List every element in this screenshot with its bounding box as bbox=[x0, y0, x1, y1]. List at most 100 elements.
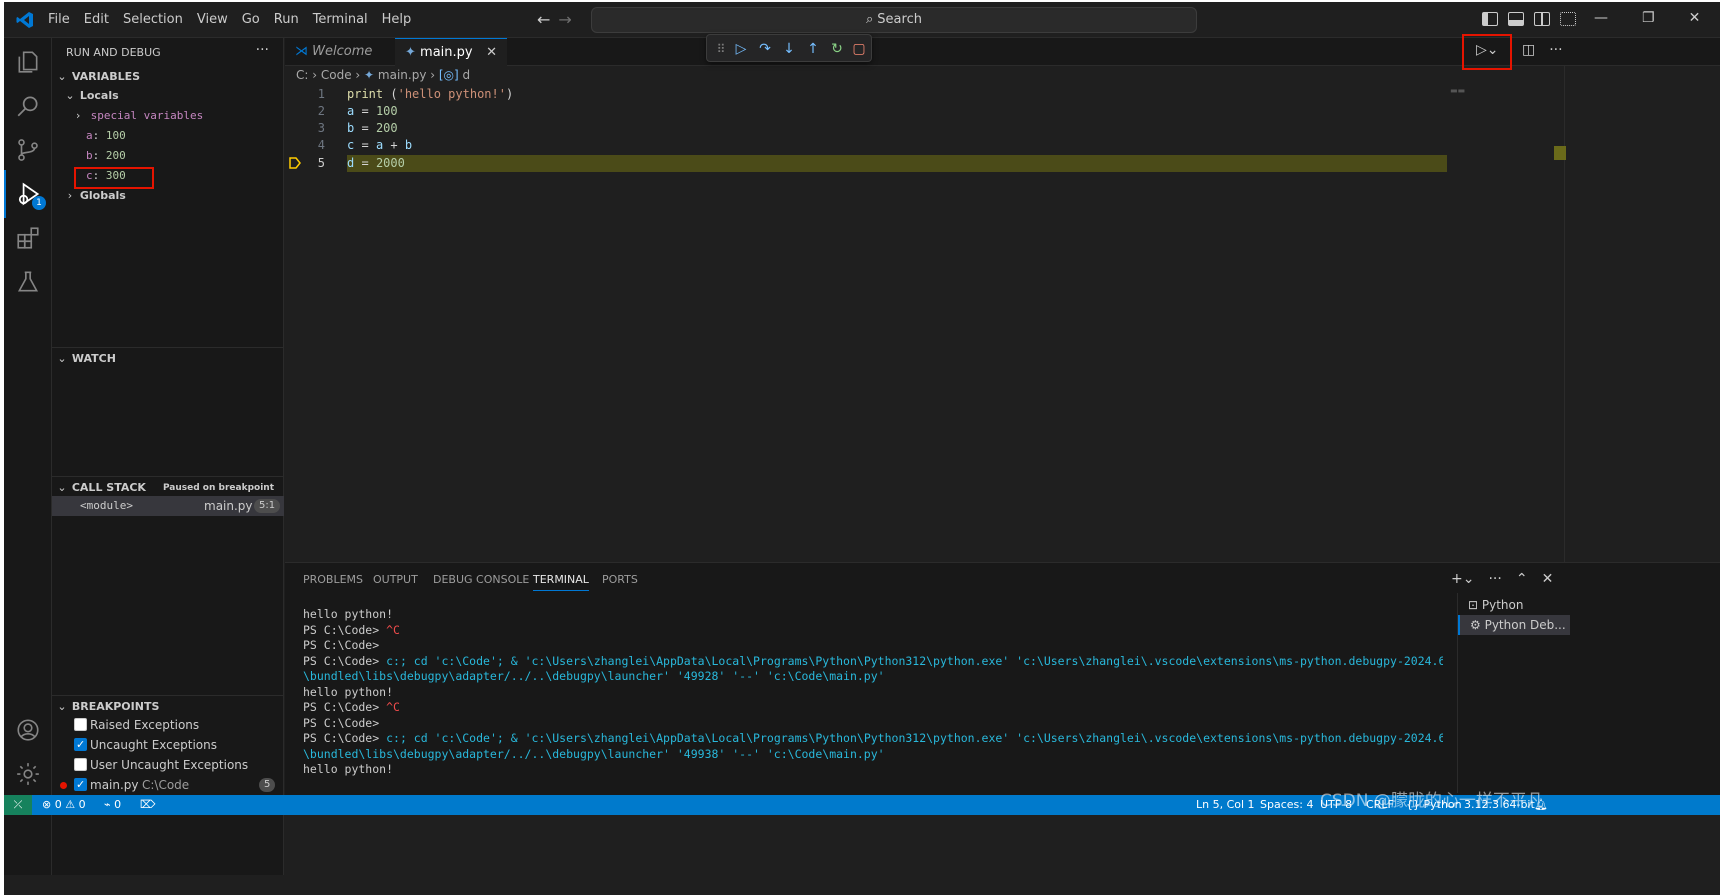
breadcrumb-file[interactable]: main.py bbox=[378, 68, 427, 82]
settings-gear-icon[interactable] bbox=[4, 750, 52, 798]
globals-scope[interactable]: › Globals bbox=[52, 186, 284, 206]
breadcrumb-symbol[interactable]: d bbox=[463, 68, 471, 82]
menu-selection[interactable]: Selection bbox=[123, 12, 183, 27]
close-tab-icon[interactable]: ✕ bbox=[486, 39, 497, 67]
restart-icon[interactable]: ↻ bbox=[827, 39, 847, 59]
command-center-search[interactable]: ⌕ Search bbox=[591, 7, 1197, 33]
breakpoint-file[interactable]: main.py C:\Code 5 bbox=[52, 775, 284, 795]
checkbox[interactable] bbox=[74, 758, 87, 771]
ports-status[interactable]: ⌁ 0 bbox=[104, 798, 121, 811]
line-number: 1 bbox=[317, 87, 325, 101]
minimap[interactable]: ▬▬ bbox=[1450, 86, 1470, 96]
indentation[interactable]: Spaces: 4 bbox=[1260, 798, 1313, 811]
code-line[interactable]: 4 c = a + b bbox=[285, 137, 1565, 154]
toggle-primary-sidebar-icon[interactable] bbox=[1482, 12, 1498, 26]
step-over-icon[interactable]: ↷ bbox=[755, 39, 775, 59]
breakpoints-section-header[interactable]: ⌄ BREAKPOINTS bbox=[52, 695, 284, 717]
code-editor[interactable]: 1 print ('hello python!') 2 a = 100 3 b … bbox=[285, 86, 1565, 562]
menu-view[interactable]: View bbox=[197, 12, 228, 27]
testing-icon[interactable] bbox=[4, 258, 52, 306]
close-panel-icon[interactable]: ✕ bbox=[1542, 571, 1554, 587]
terminal-line: hello python! bbox=[303, 607, 1443, 623]
frame-file: main.py bbox=[204, 499, 253, 513]
customize-layout-icon[interactable] bbox=[1560, 12, 1576, 26]
breakpoint-user-uncaught-exceptions[interactable]: User Uncaught Exceptions bbox=[52, 755, 284, 775]
breakpoint-label: User Uncaught Exceptions bbox=[90, 758, 249, 772]
source-control-icon[interactable] bbox=[4, 126, 52, 174]
tab-terminal[interactable]: TERMINAL bbox=[533, 573, 589, 591]
breadcrumb: C: › Code › ✦ main.py › [◎] d bbox=[296, 68, 471, 82]
terminal-item-python[interactable]: ⊡ Python bbox=[1458, 595, 1570, 615]
more-actions-icon[interactable]: ··· bbox=[256, 42, 269, 58]
tab-output[interactable]: OUTPUT bbox=[373, 573, 418, 586]
terminal-command: \bundled\libs\debugpy\adapter/../..\debu… bbox=[303, 746, 885, 761]
more-actions-icon[interactable]: ··· bbox=[1549, 42, 1562, 58]
menu-edit[interactable]: Edit bbox=[84, 12, 109, 27]
minimize-icon[interactable]: — bbox=[1594, 10, 1608, 26]
watch-section-header[interactable]: ⌄ WATCH bbox=[52, 347, 284, 369]
code-line[interactable]: 3 b = 200 bbox=[285, 120, 1565, 137]
variable-b[interactable]: b: 200 bbox=[52, 146, 284, 166]
colon: : bbox=[92, 129, 106, 142]
menu-terminal[interactable]: Terminal bbox=[313, 12, 368, 27]
variables-section-header[interactable]: ⌄ VARIABLES bbox=[52, 66, 284, 88]
tab-ports[interactable]: PORTS bbox=[602, 573, 638, 586]
code-line-current[interactable]: 5 d = 2000 bbox=[285, 155, 1565, 172]
more-actions-icon[interactable]: ··· bbox=[1488, 571, 1501, 587]
step-out-icon[interactable]: ↑ bbox=[803, 39, 823, 59]
locals-label: Locals bbox=[79, 89, 119, 102]
breadcrumb-drive[interactable]: C: bbox=[296, 68, 308, 82]
split-editor-icon[interactable]: ◫ bbox=[1522, 42, 1535, 58]
stack-frame[interactable]: <module> main.py 5:1 bbox=[52, 496, 284, 516]
restore-icon[interactable]: ❐ bbox=[1642, 10, 1655, 26]
run-and-debug-icon[interactable]: 1 bbox=[4, 170, 52, 218]
step-into-icon[interactable]: ↓ bbox=[779, 39, 799, 59]
special-variables-item[interactable]: › special variables bbox=[52, 106, 284, 126]
toggle-secondary-sidebar-icon[interactable] bbox=[1534, 12, 1550, 26]
forward-arrow-icon[interactable]: → bbox=[558, 10, 579, 29]
cursor-position[interactable]: Ln 5, Col 1 bbox=[1196, 798, 1255, 811]
explorer-icon[interactable] bbox=[4, 38, 52, 86]
extensions-icon[interactable] bbox=[4, 214, 52, 262]
toggle-panel-icon[interactable] bbox=[1508, 12, 1524, 26]
remote-indicator-icon[interactable]: ⤫ bbox=[4, 795, 32, 815]
close-window-icon[interactable]: ✕ bbox=[1689, 10, 1701, 26]
menu-run[interactable]: Run bbox=[274, 12, 299, 27]
breadcrumb-folder[interactable]: Code bbox=[321, 68, 352, 82]
checkbox[interactable] bbox=[74, 735, 87, 755]
terminal-item-python-debug[interactable]: ⚙ Python Deb... bbox=[1458, 615, 1570, 635]
checkbox[interactable] bbox=[74, 718, 87, 731]
code-line[interactable]: 2 a = 100 bbox=[285, 103, 1565, 120]
callstack-section-header[interactable]: ⌄ CALL STACK Paused on breakpoint bbox=[52, 476, 284, 498]
scrollbar-current-line-marker bbox=[1554, 146, 1566, 160]
back-arrow-icon[interactable]: ← bbox=[537, 10, 558, 29]
menu-file[interactable]: File bbox=[48, 12, 70, 27]
tab-main-py[interactable]: ✦ main.py ✕ bbox=[395, 38, 507, 66]
terminal-output[interactable]: hello python! PS C:\Code> ^C PS C:\Code>… bbox=[303, 607, 1443, 778]
run-python-file-button[interactable]: ▷⌄ bbox=[1462, 34, 1512, 70]
breakpoint-raised-exceptions[interactable]: Raised Exceptions bbox=[52, 715, 284, 735]
stop-icon[interactable]: ▢ bbox=[849, 39, 869, 59]
tab-welcome[interactable]: ⋊ Welcome bbox=[285, 38, 395, 66]
locals-scope[interactable]: ⌄ Locals bbox=[52, 86, 284, 106]
code-line[interactable]: 1 print ('hello python!') bbox=[285, 86, 1565, 103]
new-terminal-icon[interactable]: +⌄ bbox=[1451, 571, 1474, 587]
menu-help[interactable]: Help bbox=[382, 12, 412, 27]
maximize-panel-icon[interactable]: ⌃ bbox=[1516, 571, 1528, 587]
tab-debug-console[interactable]: DEBUG CONSOLE bbox=[433, 573, 529, 586]
breakpoint-uncaught-exceptions[interactable]: Uncaught Exceptions bbox=[52, 735, 284, 755]
variable-a[interactable]: a: 100 bbox=[52, 126, 284, 146]
menu-go[interactable]: Go bbox=[242, 12, 260, 27]
search-sidebar-icon[interactable] bbox=[4, 82, 52, 130]
checkbox[interactable] bbox=[74, 775, 87, 795]
accounts-icon[interactable] bbox=[4, 706, 52, 754]
problems-status[interactable]: ⊗ 0 ⚠ 0 bbox=[42, 798, 86, 811]
debug-status-icon[interactable]: ⌦ bbox=[140, 798, 156, 811]
continue-icon[interactable]: ▷ bbox=[731, 39, 751, 59]
window-controls: — ❐ ✕ bbox=[1594, 10, 1700, 26]
variable-name: b bbox=[86, 149, 93, 162]
run-debug-icon: ▷⌄ bbox=[1476, 42, 1499, 58]
tab-problems[interactable]: PROBLEMS bbox=[303, 573, 363, 586]
editor-scrollbar[interactable] bbox=[1564, 66, 1578, 562]
drag-handle-icon[interactable]: ⠿ bbox=[711, 39, 731, 59]
